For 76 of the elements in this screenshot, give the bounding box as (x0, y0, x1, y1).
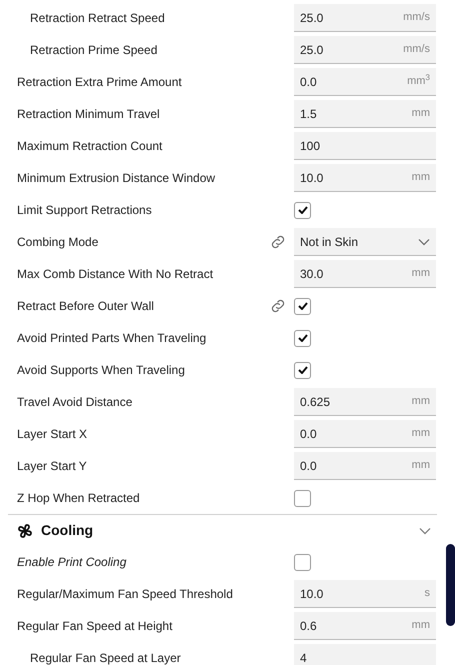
setting-label: Enable Print Cooling (16, 554, 128, 571)
check-icon (298, 206, 308, 214)
field-value: 25.0 (300, 42, 324, 58)
field-value: 100 (300, 138, 320, 154)
field-value: 0.6 (300, 618, 317, 634)
number-field[interactable]: 4 (294, 644, 436, 665)
checkbox[interactable] (294, 362, 311, 378)
checkbox[interactable] (294, 330, 311, 346)
unit-label: mm (412, 618, 430, 634)
unit-label: mm (412, 266, 430, 282)
unit-label: mm (412, 426, 430, 442)
unit-label: mm (412, 394, 430, 410)
setting-label: Layer Start Y (16, 458, 88, 475)
check-icon (298, 366, 308, 374)
setting-label: Retraction Prime Speed (29, 42, 158, 59)
link-icon[interactable] (269, 297, 287, 315)
dropdown[interactable]: Not in Skin (294, 228, 436, 256)
field-value: 0.0 (300, 426, 317, 442)
setting-label: Minimum Extrusion Distance Window (16, 170, 216, 187)
number-field[interactable]: 25.0 mm/s (294, 4, 436, 32)
checkbox[interactable] (294, 298, 311, 314)
section-title[interactable]: Cooling (41, 520, 419, 541)
field-value: 0.625 (300, 394, 330, 410)
dropdown-value: Not in Skin (300, 234, 358, 250)
unit-label: mm/s (403, 42, 430, 58)
number-field[interactable]: 10.0 mm (294, 164, 436, 192)
field-value: 30.0 (300, 266, 324, 282)
number-field[interactable]: 0.0 mm$^{3}$ (294, 68, 436, 96)
number-field[interactable]: 10.0 s (294, 580, 436, 608)
check-icon (298, 302, 308, 310)
link-icon[interactable] (269, 233, 287, 251)
setting-label: Retraction Extra Prime Amount (16, 74, 183, 91)
setting-label: Retract Before Outer Wall (16, 298, 155, 315)
field-value: 0.0 (300, 458, 317, 474)
field-value: 4 (300, 650, 307, 665)
field-value: 0.0 (300, 74, 317, 90)
setting-label: Regular/Maximum Fan Speed Threshold (16, 586, 234, 603)
unit-label: mm/s (403, 10, 430, 26)
number-field[interactable]: 30.0 mm (294, 260, 436, 288)
setting-label: Max Comb Distance With No Retract (16, 266, 214, 283)
unit-label: mm (412, 170, 430, 186)
setting-label: Z Hop When Retracted (16, 490, 141, 507)
field-value: 1.5 (300, 106, 317, 122)
setting-label: Combing Mode (16, 234, 100, 251)
number-field[interactable]: 25.0 mm/s (294, 36, 436, 64)
number-field[interactable]: 0.0 mm (294, 420, 436, 448)
number-field[interactable]: 100 (294, 132, 436, 160)
field-value: 10.0 (300, 586, 324, 602)
setting-label: Layer Start X (16, 426, 88, 443)
setting-label: Regular Fan Speed at Layer (29, 650, 182, 665)
setting-label: Avoid Printed Parts When Traveling (16, 330, 208, 347)
unit-label: s (424, 586, 430, 602)
checkbox[interactable] (294, 490, 311, 506)
number-field[interactable]: 0.625 mm (294, 388, 436, 416)
setting-label: Retraction Retract Speed (29, 10, 166, 27)
number-field[interactable]: 1.5 mm (294, 100, 436, 128)
field-value: 10.0 (300, 170, 324, 186)
checkbox[interactable] (294, 554, 311, 570)
check-icon (298, 334, 308, 342)
checkbox[interactable] (294, 202, 311, 218)
number-field[interactable]: 0.6 mm (294, 612, 436, 640)
field-value: 25.0 (300, 10, 324, 26)
fan-icon (17, 522, 33, 538)
number-field[interactable]: 0.0 mm (294, 452, 436, 480)
unit-label: mm (412, 458, 430, 474)
setting-label: Limit Support Retractions (16, 202, 153, 219)
setting-label: Retraction Minimum Travel (16, 106, 161, 123)
setting-label: Avoid Supports When Traveling (16, 362, 186, 379)
chevron-down-icon[interactable] (419, 526, 431, 534)
unit-label: mm$^{3}$ (407, 73, 430, 90)
setting-label: Travel Avoid Distance (16, 394, 134, 411)
chevron-down-icon (418, 238, 430, 246)
scrollbar-thumb[interactable] (446, 544, 455, 626)
unit-label: mm (412, 106, 430, 122)
setting-label: Regular Fan Speed at Height (16, 618, 174, 635)
setting-label: Maximum Retraction Count (16, 138, 164, 155)
